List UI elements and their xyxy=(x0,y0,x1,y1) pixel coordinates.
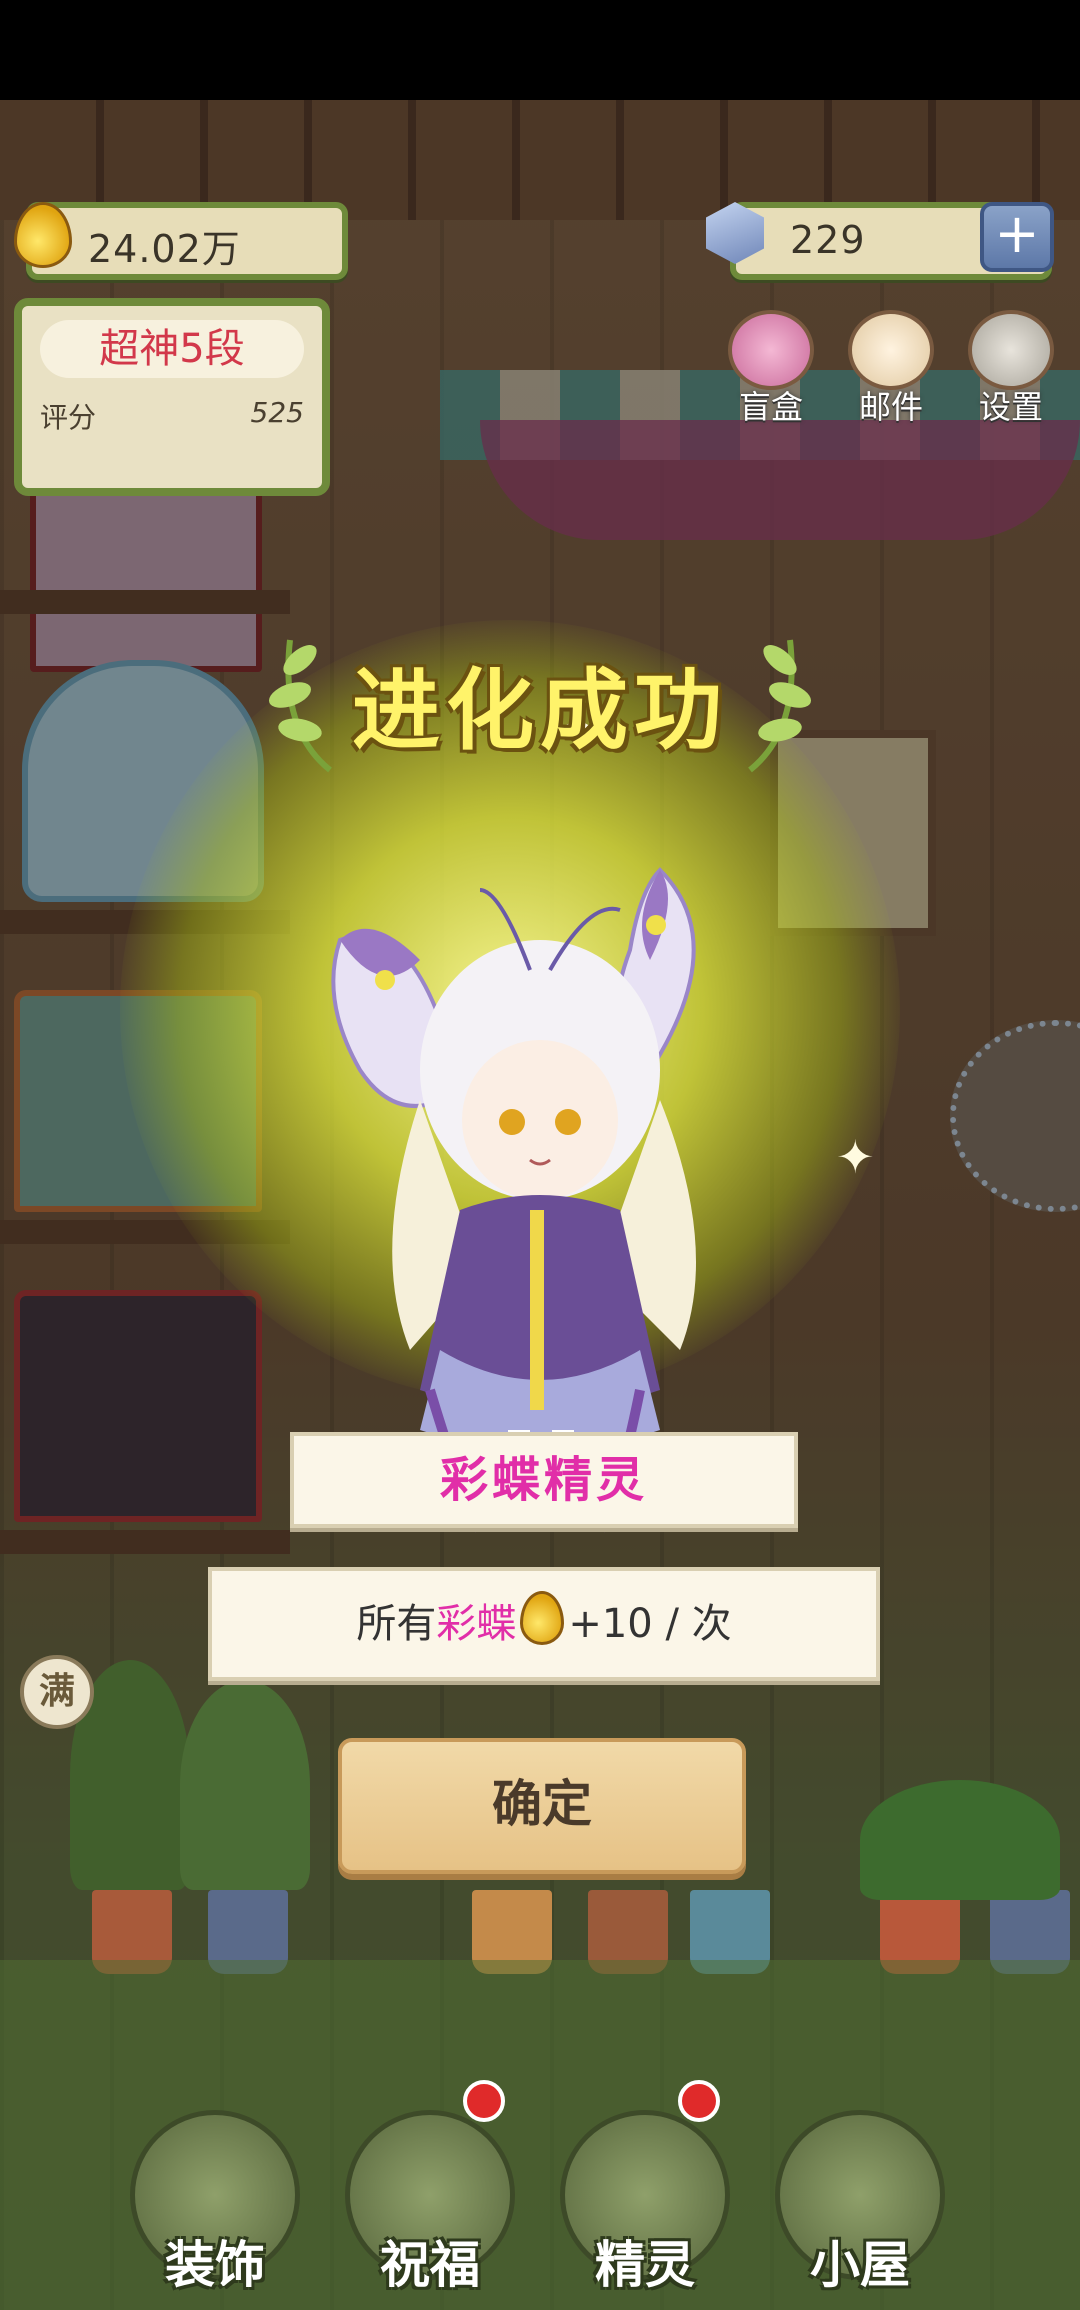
score-value: 525 xyxy=(250,396,304,429)
evolution-effect: 所有彩蝶 +10 / 次 xyxy=(208,1567,880,1681)
nav-cottage-label: 小屋 xyxy=(810,2236,910,2294)
envelope-icon xyxy=(848,310,934,390)
full-badge-label: 满 xyxy=(38,1671,75,1712)
evolution-title: 进化成功 xyxy=(351,659,728,762)
honey-drop-icon xyxy=(520,1591,565,1645)
nav-blessing[interactable]: 祝福 xyxy=(345,2080,515,2294)
full-badge[interactable]: 满 xyxy=(20,1655,94,1729)
sparkle-icon: ✦ xyxy=(836,1130,875,1184)
rank-title: 超神5段 xyxy=(40,320,304,378)
nav-decorate-label: 装饰 xyxy=(165,2236,265,2294)
gem-amount: 229 xyxy=(790,218,866,262)
notification-badge xyxy=(678,2080,720,2122)
nav-cottage[interactable]: 小屋 xyxy=(775,2110,945,2294)
add-gems-button[interactable]: + xyxy=(980,202,1054,272)
evolution-banner: 进化成功 xyxy=(260,600,820,800)
mail-label: 邮件 xyxy=(858,388,923,426)
effect-highlight: 彩蝶 xyxy=(436,1601,517,1647)
confirm-label: 确定 xyxy=(492,1775,592,1833)
plant xyxy=(860,1780,1060,1900)
blind-box-button[interactable]: 盲盒 xyxy=(726,310,816,428)
game-scene: 24.02万 229 + 超神5段 评分 525 盲盒 邮件 设置 满 ✦ ✦ xyxy=(0,100,1080,2310)
confirm-button[interactable]: 确定 xyxy=(338,1738,746,1874)
notification-badge xyxy=(463,2080,505,2122)
nav-fairy-label: 精灵 xyxy=(595,2236,695,2294)
settings-label: 设置 xyxy=(978,388,1043,426)
blind-box-label: 盲盒 xyxy=(738,388,803,426)
honey-counter[interactable]: 24.02万 xyxy=(26,202,348,280)
gift-box-icon xyxy=(728,310,814,390)
rank-panel[interactable]: 超神5段 评分 525 xyxy=(14,298,330,496)
settings-button[interactable]: 设置 xyxy=(966,310,1056,428)
gear-icon xyxy=(968,310,1054,390)
effect-suffix: +10 / 次 xyxy=(568,1601,732,1647)
mail-button[interactable]: 邮件 xyxy=(846,310,936,428)
right-laurel-icon xyxy=(748,639,812,773)
fairy-name-plate: 彩蝶精灵 xyxy=(290,1432,798,1528)
nav-blessing-label: 祝福 xyxy=(380,2236,480,2294)
honey-amount: 24.02万 xyxy=(88,227,241,271)
status-bar xyxy=(0,0,1080,100)
effect-prefix: 所有 xyxy=(356,1601,437,1647)
plant xyxy=(180,1680,310,1890)
plus-icon: + xyxy=(994,202,1040,265)
fairy-name: 彩蝶精灵 xyxy=(439,1452,648,1508)
score-label: 评分 xyxy=(40,401,97,434)
nav-fairy[interactable]: 精灵 xyxy=(560,2080,730,2294)
nav-decorate[interactable]: 装饰 xyxy=(130,2110,300,2294)
